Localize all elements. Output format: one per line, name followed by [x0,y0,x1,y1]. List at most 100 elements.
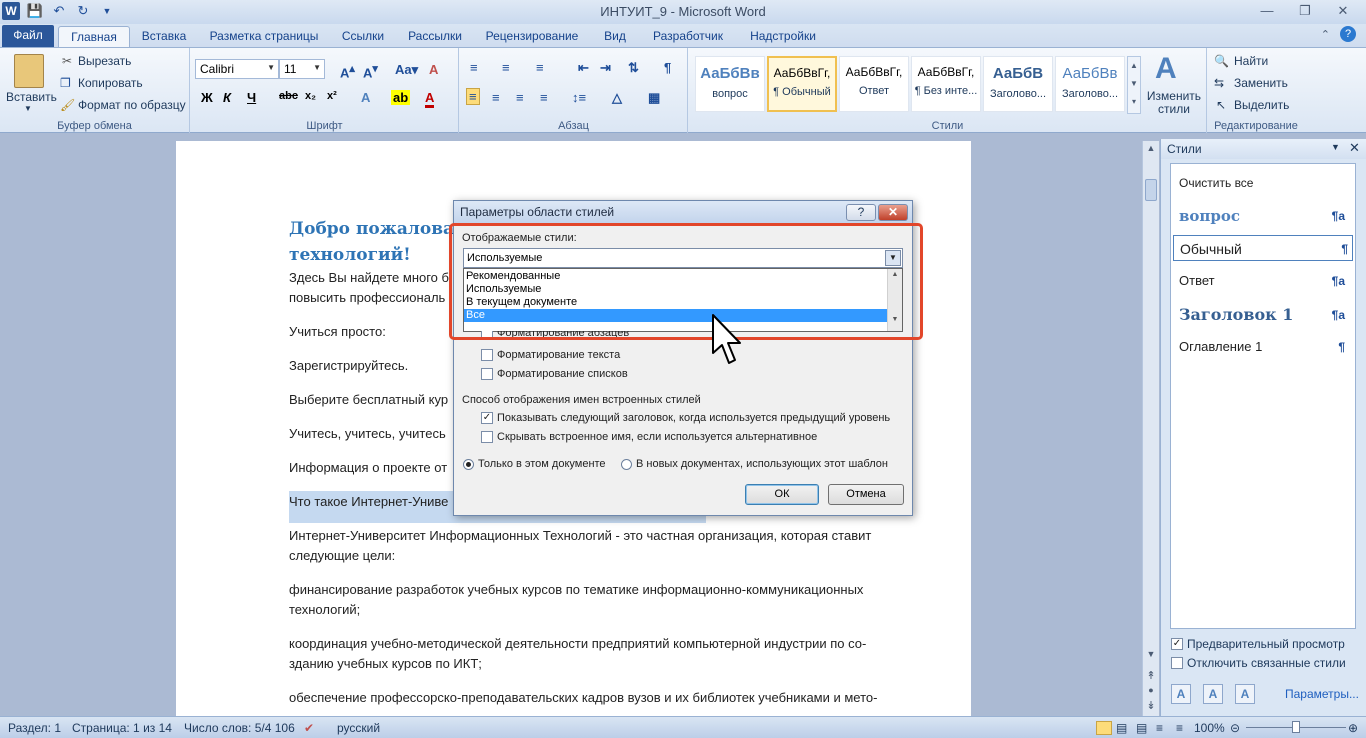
subscript-icon[interactable]: x₂ [305,90,316,102]
cut-icon[interactable]: ✂ [62,54,72,68]
style-no-spacing[interactable]: АаБбВвГг, ¶ Без инте... [911,56,981,112]
cancel-button[interactable]: Отмена [828,484,904,505]
help-icon[interactable]: ? [1340,26,1356,42]
line-spacing-icon[interactable]: ↕≡ [572,90,586,105]
styles-list[interactable]: Очистить все вопрос ¶a Обычный ¶ Ответ ¶a З… [1170,163,1356,629]
numbering-icon[interactable]: ≡ [502,60,510,75]
find-icon[interactable]: 🔍 [1214,54,1229,68]
copy-icon[interactable]: ❐ [60,76,71,90]
document-scrollbar[interactable]: ▲ ▼ ↟ ● ↡ [1142,141,1159,716]
minimize-ribbon-icon[interactable]: ⌃ [1321,28,1330,41]
print-layout-icon[interactable] [1096,721,1112,735]
replace-icon[interactable]: ⇆ [1214,76,1224,90]
browse-object-icon[interactable]: ● [1143,685,1159,695]
disable-linked-checkbox[interactable]: Отключить связанные стили [1171,656,1346,670]
text-effects-icon[interactable]: A [361,90,370,105]
dialog-close-button[interactable]: ✕ [878,204,908,221]
close-pane-icon[interactable]: ✕ [1349,140,1360,156]
font-size-combo[interactable]: 11 ▼ [279,59,325,79]
show-next-heading-checkbox[interactable]: ✓ Показывать следующий заголовок, когда и… [481,412,890,424]
scroll-up-icon[interactable]: ▲ [1143,143,1159,153]
style-item-normal[interactable]: Обычный ¶ [1173,235,1353,261]
style-vopros[interactable]: АаБбВв вопрос [695,56,765,112]
bullets-icon[interactable]: ≡ [470,60,478,75]
align-left-icon[interactable]: ≡ [466,88,480,105]
decrease-indent-icon[interactable]: ⇤ [578,60,589,76]
new-documents-radio[interactable]: В новых документах, использующих этот ша… [621,458,888,470]
tab-review[interactable]: Рецензирование [478,26,586,47]
full-screen-icon[interactable]: ▤ [1116,721,1127,735]
next-page-icon[interactable]: ↡ [1143,699,1159,712]
superscript-icon[interactable]: x² [327,90,337,102]
shading-icon[interactable]: △ [612,90,622,106]
cut-button[interactable]: Вырезать [78,54,131,68]
word-count[interactable]: Число слов: 5/4 106 [184,721,295,735]
manage-styles-icon[interactable]: A [1235,684,1255,704]
zoom-out-icon[interactable]: ⊝ [1230,721,1240,735]
borders-icon[interactable]: ▦ [648,90,660,106]
tab-developer[interactable]: Разработчик [644,26,732,47]
tab-file[interactable]: Файл [2,25,54,47]
change-styles-icon[interactable]: A [1155,52,1177,86]
options-link[interactable]: Параметры... [1285,687,1359,701]
shrink-font-icon[interactable]: A▾ [363,62,378,80]
new-style-icon[interactable]: A [1171,684,1191,704]
paste-icon[interactable] [14,54,44,88]
minimize-icon[interactable]: — [1248,0,1286,22]
style-item-answer[interactable]: Ответ ¶a [1179,268,1349,294]
outline-icon[interactable]: ≡ [1156,721,1163,735]
font-name-combo[interactable]: Calibri ▼ [195,59,279,79]
preview-checkbox[interactable]: ✓ Предварительный просмотр [1171,637,1345,651]
web-layout-icon[interactable]: ▤ [1136,721,1147,735]
tab-insert[interactable]: Вставка [136,26,192,47]
tab-references[interactable]: Ссылки [334,26,392,47]
format-painter-button[interactable]: Формат по образцу [78,98,186,112]
tab-home[interactable]: Главная [58,26,130,47]
underline-icon[interactable]: Ч [247,90,256,105]
find-button[interactable]: Найти [1234,54,1268,68]
style-item-vopros[interactable]: вопрос ¶a [1179,203,1349,229]
style-item-heading1[interactable]: Заголовок 1 ¶a [1179,302,1349,328]
copy-button[interactable]: Копировать [78,76,143,90]
show-marks-icon[interactable]: ¶ [664,60,671,75]
styles-gallery-scroll[interactable]: ▲ ▼ ▾ [1127,56,1141,114]
only-this-document-radio[interactable]: Только в этом документе [463,458,606,470]
zoom-in-icon[interactable]: ⊕ [1348,721,1358,735]
align-center-icon[interactable]: ≡ [492,90,500,105]
style-heading2[interactable]: АаБбВв Заголово... [1055,56,1125,112]
tab-addins[interactable]: Надстройки [742,26,824,47]
sort-icon[interactable]: ⇅ [628,60,639,76]
zoom-level[interactable]: 100% [1194,721,1225,735]
language-indicator[interactable]: русский [337,721,380,735]
strikethrough-icon[interactable]: abc [279,90,298,102]
increase-indent-icon[interactable]: ⇥ [600,60,611,76]
dialog-help-button[interactable]: ? [846,204,876,221]
zoom-slider-thumb[interactable] [1292,721,1300,733]
bold-icon[interactable]: Ж [201,90,213,105]
paste-button[interactable]: Вставить [6,90,57,104]
style-inspector-icon[interactable]: A [1203,684,1223,704]
format-text-checkbox[interactable]: Форматирование текста [481,349,620,361]
italic-icon[interactable]: К [223,90,231,105]
multilevel-list-icon[interactable]: ≡ [536,60,544,75]
ok-button[interactable]: ОК [745,484,819,505]
section-indicator[interactable]: Раздел: 1 [8,721,61,735]
close-window-icon[interactable]: ✕ [1324,0,1362,22]
style-item-toc1[interactable]: Оглавление 1 ¶ [1179,334,1349,360]
page-indicator[interactable]: Страница: 1 из 14 [72,721,172,735]
proofing-icon[interactable]: ✔ [304,721,314,735]
style-clear-all[interactable]: Очистить все [1179,170,1349,196]
style-answer[interactable]: АаБбВвГг, Ответ [839,56,909,112]
pane-menu-icon[interactable]: ▼ [1331,142,1340,152]
style-normal[interactable]: АаБбВвГг, ¶ Обычный [767,56,837,112]
highlight-icon[interactable]: ab [391,90,411,105]
align-right-icon[interactable]: ≡ [516,90,524,105]
select-button[interactable]: Выделить [1234,98,1289,112]
replace-button[interactable]: Заменить [1234,76,1288,90]
justify-icon[interactable]: ≡ [540,90,548,105]
prev-page-icon[interactable]: ↟ [1143,669,1159,682]
grow-font-icon[interactable]: A▴ [340,62,355,80]
format-painter-icon[interactable]: 🖌 [60,98,75,112]
scroll-down-icon[interactable]: ▼ [1143,649,1159,659]
draft-icon[interactable]: ≡ [1176,721,1183,735]
